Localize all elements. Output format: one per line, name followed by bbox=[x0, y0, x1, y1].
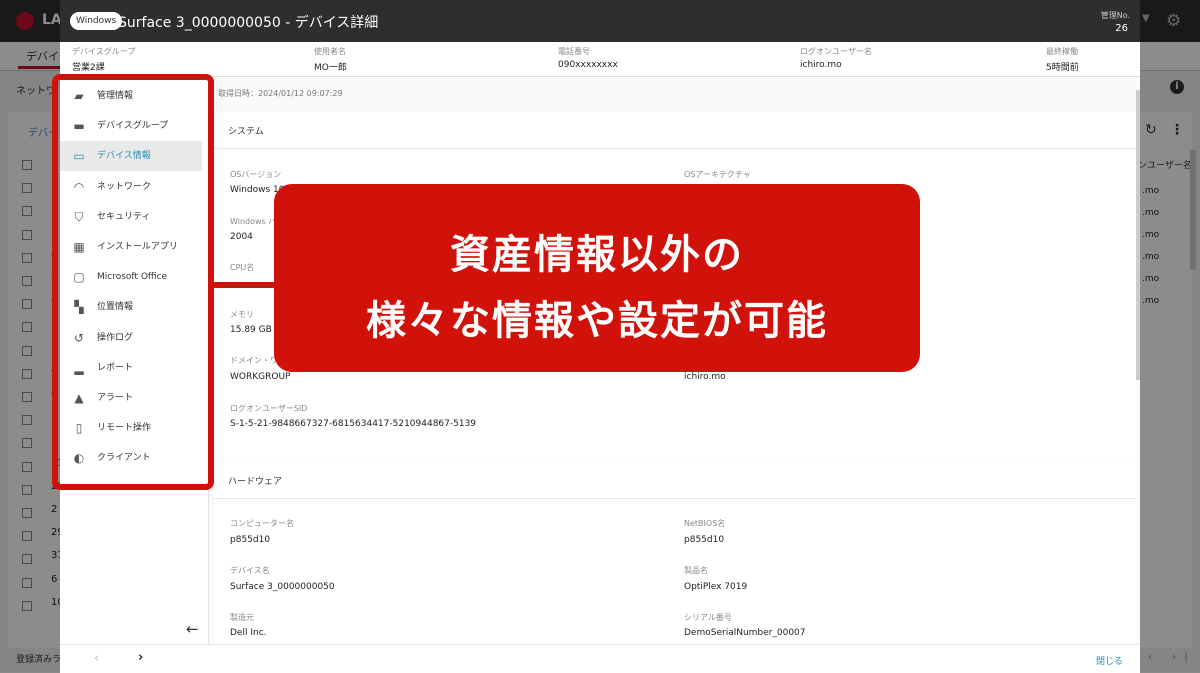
field-value: 2004 bbox=[230, 232, 253, 242]
close-button[interactable]: 閉じる bbox=[1096, 654, 1123, 667]
prev-device-button[interactable]: ‹ bbox=[94, 651, 99, 666]
field-value: S-1-5-21-9848667327-6815634417-521094486… bbox=[230, 419, 477, 429]
os-badge: Windows bbox=[70, 12, 123, 30]
field-value: p855d10 bbox=[230, 535, 271, 545]
device-summary-bar: デバイスグループ 営業2課 使用者名 MO一郎 電話番号 090xxxxxxxx… bbox=[60, 42, 1140, 77]
dialog-title: Surface 3_0000000050 - デバイス詳細 bbox=[118, 15, 379, 31]
summary-value: ichiro.mo bbox=[800, 60, 842, 70]
dialog-header: Windows Surface 3_0000000050 - デバイス詳細 管理… bbox=[60, 0, 1140, 42]
field-label: ドメイン・ワ bbox=[230, 356, 278, 365]
field-label: OSバージョン bbox=[230, 170, 282, 179]
summary-label: 電話番号 bbox=[558, 47, 590, 56]
summary-value: 営業2課 bbox=[72, 63, 105, 73]
field-value: p855d10 bbox=[684, 535, 725, 545]
field-label: メモリ bbox=[230, 310, 254, 319]
summary-value: MO一郎 bbox=[314, 63, 347, 73]
field-label: コンピューター名 bbox=[230, 519, 294, 528]
dialog-scrollbar[interactable] bbox=[1136, 90, 1140, 380]
field-value: ichiro.mo bbox=[684, 372, 726, 382]
summary-label: デバイスグループ bbox=[72, 47, 136, 56]
management-no-value: 26 bbox=[1115, 23, 1128, 34]
summary-label: 最終稼働 bbox=[1046, 47, 1078, 56]
field-value: 15.89 GB bbox=[230, 325, 272, 335]
system-section-header: システム bbox=[214, 112, 1136, 149]
acquired-date: 取得日時：2024/01/12 09:07:29 bbox=[218, 89, 343, 98]
summary-label: ログオンユーザー名 bbox=[800, 47, 872, 56]
summary-value: 5時間前 bbox=[1046, 63, 1079, 73]
collapse-sidebar-arrow-icon[interactable]: ← bbox=[186, 620, 199, 638]
field-label: 製品名 bbox=[684, 566, 708, 575]
field-label: OSアーキテクチャ bbox=[684, 170, 751, 179]
section-title: システム bbox=[228, 127, 264, 137]
field-value: OptiPlex 7019 bbox=[684, 582, 748, 592]
field-label: ログオンユーザーSID bbox=[230, 404, 308, 413]
hardware-section-body bbox=[214, 499, 1136, 644]
banner-line-1: 資産情報以外の bbox=[450, 232, 744, 278]
next-device-button[interactable]: › bbox=[138, 650, 143, 665]
banner-line-2: 様々な情報や設定が可能 bbox=[366, 298, 828, 344]
section-title: ハードウェア bbox=[228, 477, 283, 487]
hardware-section-header: ハードウェア bbox=[214, 462, 1136, 499]
callout-connector bbox=[214, 282, 276, 288]
field-label: Windows バ bbox=[230, 217, 277, 226]
summary-label: 使用者名 bbox=[314, 47, 346, 56]
field-label: 製造元 bbox=[230, 613, 254, 622]
field-value: WORKGROUP bbox=[230, 372, 291, 382]
summary-value: 090xxxxxxxx bbox=[558, 60, 618, 70]
field-value: DemoSerialNumber_00007 bbox=[684, 628, 806, 638]
management-no-label: 管理No. bbox=[1100, 11, 1130, 20]
callout-banner: 資産情報以外の 様々な情報や設定が可能 bbox=[274, 184, 920, 372]
sidebar-highlight-frame bbox=[52, 74, 214, 490]
field-label: CPU名 bbox=[230, 263, 255, 272]
field-label: デバイス名 bbox=[230, 566, 270, 575]
dialog-footer: ‹ › 閉じる bbox=[60, 644, 1140, 673]
field-label: NetBIOS名 bbox=[684, 519, 726, 528]
field-value: Dell Inc. bbox=[230, 628, 267, 638]
field-label: シリアル番号 bbox=[684, 613, 732, 622]
field-value: Surface 3_0000000050 bbox=[230, 582, 335, 592]
